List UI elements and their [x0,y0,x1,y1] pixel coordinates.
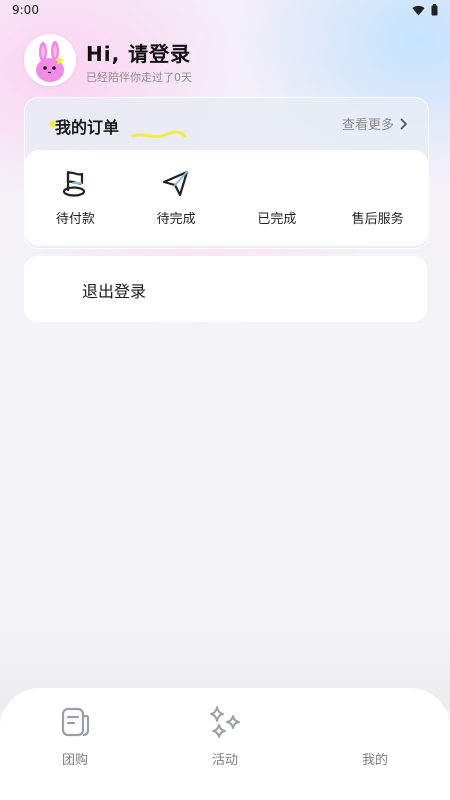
profile-header: Hi, 请登录 已经陪伴你走过了0天 [24,34,424,90]
tab-mine-label: 我的 [361,753,388,768]
orders-title-wrap: 我的订单 [49,110,189,140]
avatar[interactable] [24,34,76,86]
chevron-right-icon [400,118,407,129]
order-completed-label: 已完成 [257,212,297,227]
tab-activities-label: 活动 [211,753,238,768]
order-pending-completion-label: 待完成 [156,212,196,227]
status-icons [412,4,438,16]
notes-icon [61,707,90,737]
logout-label: 退出登录 [82,282,147,301]
battery-icon [431,4,438,16]
tab-group-buy-label: 团购 [61,753,88,768]
my-orders-card: 我的订单 查看更多 待付款 待完成 已完成 售后服务 [24,97,429,249]
paper-plane-icon [163,170,189,197]
orders-title: 我的订单 [55,118,120,137]
order-status-row: 待付款 待完成 已完成 售后服务 [25,150,428,246]
bottom-tab-bar: 团购 活动 我的 [0,688,450,800]
tab-group-buy[interactable]: 团购 [0,688,150,800]
status-bar: 9:00 [0,0,450,22]
tab-mine[interactable]: 我的 [300,688,450,800]
flag-icon [63,170,86,197]
order-completed[interactable]: 已完成 [227,150,328,246]
order-pending-payment[interactable]: 待付款 [25,150,126,246]
logout-button[interactable]: 退出登录 [24,256,427,322]
order-after-sales[interactable]: 售后服务 [327,150,428,246]
status-time: 9:00 [12,3,39,17]
wifi-icon [412,5,425,16]
greeting-title[interactable]: Hi, 请登录 [86,38,191,67]
companion-days-text: 已经陪伴你走过了0天 [86,71,192,84]
view-more-label: 查看更多 [341,118,394,133]
order-after-sales-label: 售后服务 [351,212,404,227]
tab-activities[interactable]: 活动 [150,688,300,800]
sparkles-icon [210,706,240,738]
view-more-link[interactable]: 查看更多 [342,114,408,133]
order-pending-payment-label: 待付款 [55,212,95,227]
bunny-avatar-icon [36,41,65,82]
order-pending-completion[interactable]: 待完成 [126,150,227,246]
